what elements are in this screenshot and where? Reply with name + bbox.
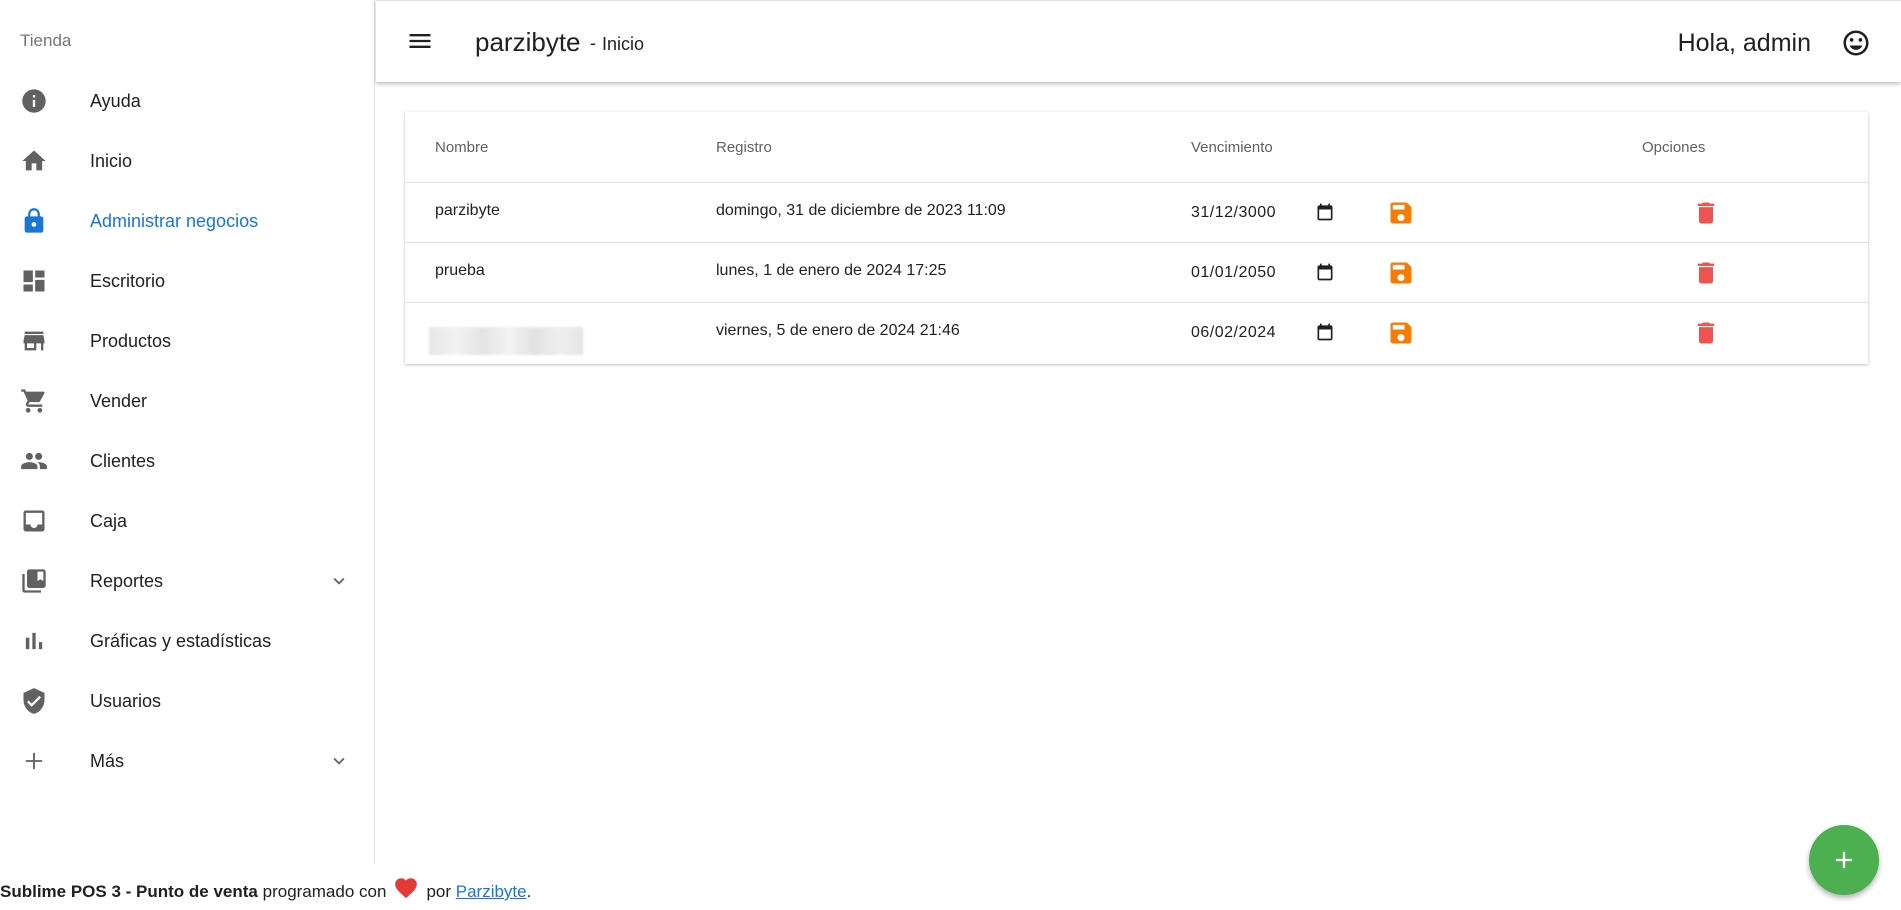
save-icon[interactable]	[1387, 319, 1415, 347]
footer-end: .	[526, 882, 532, 901]
plus-icon	[1835, 851, 1853, 869]
app-root: Tienda Ayuda Inicio Administrar negocios	[0, 0, 1901, 910]
sidebar-item-inicio[interactable]: Inicio	[0, 131, 375, 191]
sidebar: Tienda Ayuda Inicio Administrar negocios	[0, 0, 375, 864]
sidebar-item-graficas[interactable]: Gráficas y estadísticas	[0, 611, 375, 671]
sidebar-nav: Ayuda Inicio Administrar negocios Escrit…	[0, 71, 375, 791]
save-icon[interactable]	[1387, 259, 1415, 287]
sidebar-item-label: Productos	[90, 330, 172, 351]
sidebar-item-reportes[interactable]: Reportes	[0, 551, 375, 611]
expiration-date-input[interactable]: 06/02/2024	[1191, 320, 1361, 346]
sidebar-item-mas[interactable]: Más	[0, 731, 375, 791]
top-bar: parzibyte - Inicio Hola, admin	[376, 0, 1901, 82]
sidebar-heading: Tienda	[20, 31, 72, 50]
lock-icon	[20, 207, 48, 235]
table-row: prueba lunes, 1 de enero de 2024 17:25 0…	[405, 242, 1868, 302]
business-name: parzibyte	[435, 202, 500, 219]
delete-icon[interactable]	[1692, 199, 1720, 227]
home-icon	[20, 147, 48, 175]
sidebar-item-caja[interactable]: Caja	[0, 491, 375, 551]
column-header-options: Opciones	[1642, 139, 1706, 156]
page-title: Inicio	[602, 34, 645, 54]
table-row: parzibyte domingo, 31 de diciembre de 20…	[405, 182, 1868, 242]
save-icon[interactable]	[1387, 199, 1415, 227]
sidebar-item-vender[interactable]: Vender	[0, 371, 375, 431]
sidebar-item-label: Vender	[90, 390, 148, 411]
calendar-icon[interactable]	[1315, 202, 1335, 222]
sidebar-item-clientes[interactable]: Clientes	[0, 431, 375, 491]
footer-product: Sublime POS 3 - Punto de venta	[0, 882, 258, 901]
sidebar-item-label: Escritorio	[90, 270, 166, 291]
sidebar-item-label: Inicio	[90, 150, 133, 171]
business-name: prueba	[435, 262, 485, 279]
delete-icon[interactable]	[1692, 259, 1720, 287]
sidebar-item-label: Usuarios	[90, 690, 162, 711]
library-icon	[20, 567, 48, 595]
sidebar-item-label: Clientes	[90, 450, 156, 471]
expiration-date-input[interactable]: 01/01/2050	[1191, 260, 1361, 286]
column-header-name: Nombre	[435, 139, 489, 156]
table-row: viernes, 5 de enero de 2024 21:46 06/02/…	[405, 302, 1868, 364]
sidebar-item-productos[interactable]: Productos	[0, 311, 375, 371]
smile-icon[interactable]	[1841, 28, 1871, 58]
heart-icon	[392, 875, 420, 901]
plus-icon	[20, 747, 48, 775]
column-header-registered: Registro	[716, 139, 772, 156]
sidebar-item-usuarios[interactable]: Usuarios	[0, 671, 375, 731]
footer-made-with: programado con	[262, 882, 387, 901]
footer-author-link[interactable]: Parzibyte	[456, 882, 527, 902]
info-icon	[20, 87, 48, 115]
delete-icon[interactable]	[1692, 319, 1720, 347]
business-registered: lunes, 1 de enero de 2024 17:25	[716, 262, 947, 279]
footer: Sublime POS 3 - Punto de venta programad…	[0, 878, 532, 905]
chevron-down-icon[interactable]	[328, 750, 350, 772]
calendar-icon[interactable]	[1315, 322, 1335, 342]
sidebar-item-label: Ayuda	[90, 90, 141, 111]
sidebar-item-label: Gráficas y estadísticas	[90, 630, 272, 651]
sidebar-item-label: Caja	[90, 510, 128, 531]
menu-icon[interactable]	[406, 27, 434, 55]
store-icon	[20, 327, 48, 355]
column-header-expires: Vencimiento	[1191, 139, 1273, 156]
business-registered: domingo, 31 de diciembre de 2023 11:09	[716, 202, 1006, 219]
redacted-business-name	[429, 327, 583, 355]
chevron-down-icon[interactable]	[328, 570, 350, 592]
inbox-icon	[20, 507, 48, 535]
user-greeting[interactable]: Hola, admin	[1678, 29, 1811, 58]
bar-chart-icon	[20, 627, 48, 655]
sidebar-item-escritorio[interactable]: Escritorio	[0, 251, 375, 311]
business-registered: viernes, 5 de enero de 2024 21:46	[716, 322, 960, 339]
page-title-brand: parzibyte	[475, 27, 581, 57]
sidebar-item-administrar-negocios[interactable]: Administrar negocios	[0, 191, 375, 251]
expiration-date-input[interactable]: 31/12/3000	[1191, 200, 1361, 226]
calendar-icon[interactable]	[1315, 262, 1335, 282]
sidebar-item-label: Administrar negocios	[90, 210, 259, 231]
footer-by: por	[426, 882, 452, 901]
businesses-table: Nombre Registro Vencimiento Opciones par…	[405, 112, 1868, 364]
cart-icon	[20, 387, 48, 415]
sidebar-item-ayuda[interactable]: Ayuda	[0, 71, 375, 131]
sidebar-item-label: Más	[90, 750, 125, 771]
dashboard-icon	[20, 267, 48, 295]
sidebar-item-label: Reportes	[90, 570, 164, 591]
people-icon	[20, 447, 48, 475]
verified-user-icon	[20, 687, 48, 715]
add-business-button[interactable]	[1809, 825, 1879, 895]
page-title-separator: -	[590, 33, 596, 53]
